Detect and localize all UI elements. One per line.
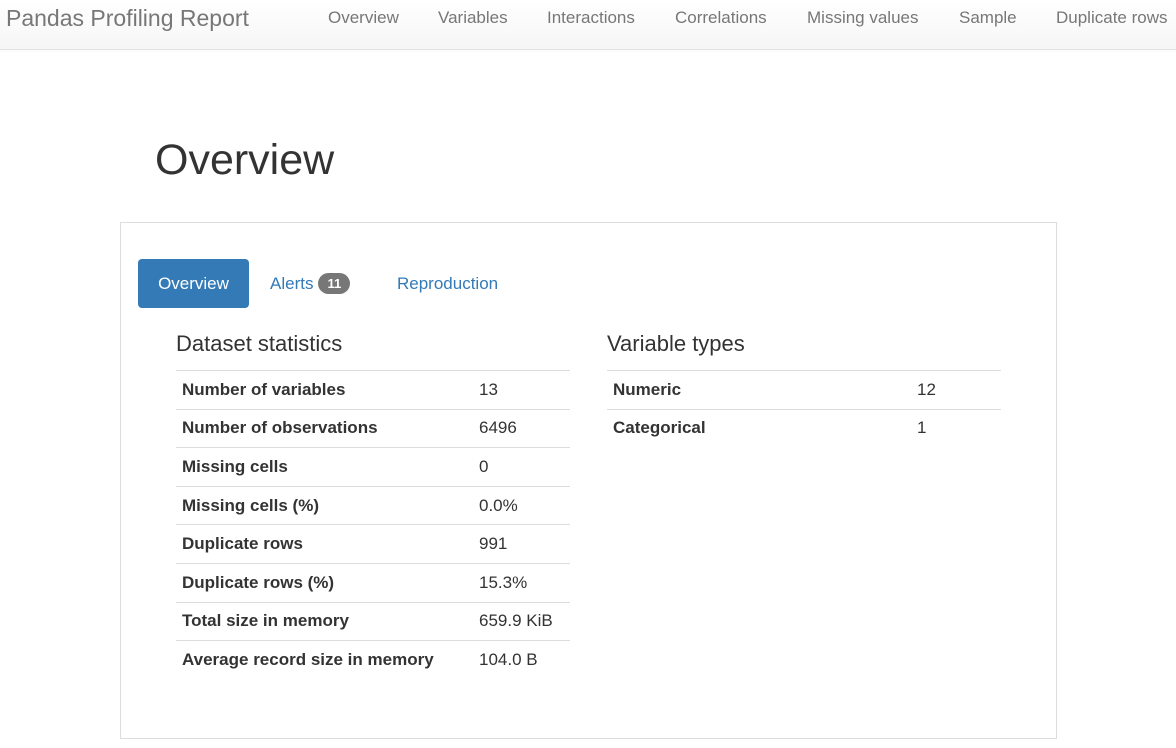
stat-value: 1 bbox=[911, 408, 1001, 448]
nav-link-interactions[interactable]: Interactions bbox=[547, 8, 635, 28]
stat-label: Missing cells bbox=[176, 447, 473, 487]
overview-panel: Overview Alerts 11 Reproduction Dataset s… bbox=[120, 222, 1057, 739]
tab-alerts[interactable]: Alerts 11 bbox=[270, 259, 351, 308]
tab-overview[interactable]: Overview bbox=[138, 259, 249, 308]
nav-link-variables[interactable]: Variables bbox=[438, 8, 508, 28]
stat-value: 0 bbox=[473, 447, 570, 487]
stat-label: Number of observations bbox=[176, 408, 473, 448]
stat-value: 12 bbox=[911, 370, 1001, 410]
stat-label: Number of variables bbox=[176, 370, 473, 410]
table-row: Missing cells 0 bbox=[176, 447, 570, 487]
stat-label: Missing cells (%) bbox=[176, 485, 473, 525]
dataset-statistics-title: Dataset statistics bbox=[176, 331, 343, 356]
table-row: Duplicate rows (%) 15.3% bbox=[176, 562, 570, 603]
tab-reproduction[interactable]: Reproduction bbox=[397, 259, 498, 308]
nav-link-missing-values[interactable]: Missing values bbox=[807, 8, 919, 28]
page-title: Overview bbox=[155, 136, 335, 184]
top-navbar: Pandas Profiling Report Overview Variabl… bbox=[0, 0, 1176, 50]
nav-link-duplicate-rows[interactable]: Duplicate rows bbox=[1056, 8, 1168, 28]
table-row: Number of observations 6496 bbox=[176, 408, 570, 448]
table-row: Missing cells (%) 0.0% bbox=[176, 485, 570, 525]
stat-label: Duplicate rows (%) bbox=[176, 562, 473, 603]
alerts-count-badge: 11 bbox=[318, 273, 351, 294]
tab-alerts-label: Alerts bbox=[270, 274, 314, 293]
stat-value: 15.3% bbox=[473, 562, 570, 603]
table-row: Total size in memory 659.9 KiB bbox=[176, 601, 570, 641]
variable-types-title: Variable types bbox=[607, 331, 745, 356]
stat-label: Categorical bbox=[607, 408, 911, 448]
variable-types-table: Numeric 12 Categorical 1 bbox=[607, 370, 1001, 448]
table-row: Average record size in memory 104.0 B bbox=[176, 640, 570, 679]
stat-value: 659.9 KiB bbox=[473, 601, 570, 641]
table-row: Numeric 12 bbox=[607, 370, 1001, 410]
stat-value: 6496 bbox=[473, 408, 570, 448]
tab-overview-label: Overview bbox=[158, 274, 229, 293]
stat-value: 991 bbox=[473, 524, 570, 564]
nav-link-sample[interactable]: Sample bbox=[959, 8, 1017, 28]
nav-link-correlations[interactable]: Correlations bbox=[675, 8, 767, 28]
table-row: Categorical 1 bbox=[607, 408, 1001, 448]
stat-value: 13 bbox=[473, 370, 570, 410]
stat-label: Total size in memory bbox=[176, 601, 473, 641]
table-row: Duplicate rows 991 bbox=[176, 524, 570, 564]
stat-label: Numeric bbox=[607, 370, 911, 410]
navbar-brand[interactable]: Pandas Profiling Report bbox=[6, 5, 249, 32]
stat-value: 104.0 B bbox=[473, 640, 570, 679]
stat-label: Duplicate rows bbox=[176, 524, 473, 564]
nav-link-overview[interactable]: Overview bbox=[328, 8, 399, 28]
stat-label: Average record size in memory bbox=[176, 640, 473, 679]
dataset-statistics-table: Number of variables 13 Number of observati… bbox=[176, 370, 570, 679]
stat-value: 0.0% bbox=[473, 485, 570, 525]
table-row: Number of variables 13 bbox=[176, 370, 570, 410]
tab-reproduction-label: Reproduction bbox=[397, 274, 499, 293]
